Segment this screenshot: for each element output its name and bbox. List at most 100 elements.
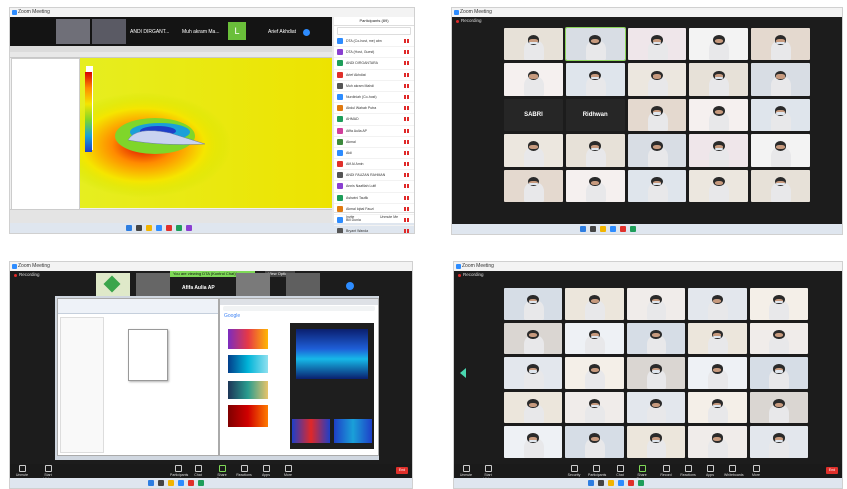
video-tile[interactable] xyxy=(504,134,563,167)
video-tile[interactable] xyxy=(751,63,810,96)
video-tile[interactable] xyxy=(689,98,749,132)
participant-row[interactable]: Ashwini Taufik xyxy=(334,193,414,204)
video-thumb[interactable] xyxy=(136,273,170,297)
result-image[interactable] xyxy=(228,329,268,349)
video-tile[interactable] xyxy=(565,134,625,167)
muted-mic-icon[interactable] xyxy=(404,106,410,111)
video-tile[interactable] xyxy=(565,426,624,458)
participant-row[interactable]: DTA (Host, Guest) xyxy=(334,47,414,59)
video-tile[interactable] xyxy=(749,288,808,320)
speaker-thumb[interactable] xyxy=(92,19,126,44)
video-tile[interactable] xyxy=(504,288,563,320)
end-button[interactable]: End xyxy=(826,467,838,474)
muted-mic-icon[interactable] xyxy=(404,229,410,233)
video-tile[interactable] xyxy=(565,391,624,424)
video-tile[interactable] xyxy=(626,357,686,389)
taskbar-app-icon[interactable] xyxy=(620,226,626,232)
video-tile[interactable] xyxy=(749,322,808,355)
muted-mic-icon[interactable] xyxy=(404,206,410,211)
muted-mic-icon[interactable] xyxy=(404,195,410,200)
participant-row[interactable]: DTA (Co-host, me) abn xyxy=(334,36,414,48)
video-tile[interactable] xyxy=(626,322,686,355)
apps-button[interactable]: Apps xyxy=(258,465,274,477)
muted-mic-icon[interactable] xyxy=(404,94,410,99)
participant-row[interactable]: Akmal xyxy=(334,137,414,148)
video-tile[interactable] xyxy=(751,28,810,61)
apps-button[interactable]: Apps xyxy=(702,465,718,477)
video-tile[interactable] xyxy=(751,134,810,167)
video-tile[interactable] xyxy=(504,63,563,96)
muted-mic-icon[interactable] xyxy=(404,173,410,178)
unmute-button[interactable]: Unmute xyxy=(14,465,30,477)
taskbar-app-icon[interactable] xyxy=(168,480,174,486)
start-icon[interactable] xyxy=(126,225,132,231)
video-tile[interactable] xyxy=(688,391,747,424)
whiteboards-button[interactable]: Whiteboards xyxy=(724,465,744,477)
prev-page-icon[interactable] xyxy=(460,368,466,378)
taskbar-app-icon[interactable] xyxy=(608,480,614,486)
video-tile[interactable] xyxy=(627,63,687,96)
muted-mic-icon[interactable] xyxy=(404,50,410,55)
taskbar-app-icon[interactable] xyxy=(188,480,194,486)
video-tile[interactable] xyxy=(504,426,563,458)
participant-row[interactable]: Nurdiniah (Co-host) xyxy=(334,92,414,104)
video-tile[interactable] xyxy=(627,98,687,132)
muted-mic-icon[interactable] xyxy=(404,184,410,189)
video-tile[interactable] xyxy=(565,322,624,355)
unmute-button[interactable]: Unmute xyxy=(458,465,474,477)
chat-button[interactable]: Chat xyxy=(190,465,206,477)
more-button[interactable]: More xyxy=(280,465,296,477)
end-button[interactable]: End xyxy=(396,467,408,474)
result-image[interactable] xyxy=(228,405,268,427)
video-thumb[interactable] xyxy=(236,273,270,297)
taskbar-app-icon[interactable] xyxy=(198,480,204,486)
video-tile[interactable] xyxy=(751,98,810,132)
video-tile[interactable] xyxy=(627,134,687,167)
taskbar-app-icon[interactable] xyxy=(178,480,184,486)
video-tile[interactable] xyxy=(689,169,749,202)
muted-mic-icon[interactable] xyxy=(404,72,410,77)
participants-button[interactable]: Participants xyxy=(588,465,606,477)
speaker-thumb[interactable] xyxy=(56,19,90,44)
participant-row[interactable]: Afifa Aulia AP xyxy=(334,126,414,137)
taskbar-app-icon[interactable] xyxy=(158,480,164,486)
taskbar-app-icon[interactable] xyxy=(638,480,644,486)
muted-mic-icon[interactable] xyxy=(404,61,410,66)
result-image[interactable] xyxy=(228,355,268,373)
participant-row[interactable]: Arief Akhdiat xyxy=(334,70,414,81)
video-tile[interactable] xyxy=(688,357,747,389)
video-tile[interactable] xyxy=(565,169,625,202)
muted-mic-icon[interactable] xyxy=(404,139,410,144)
taskbar-app-icon[interactable] xyxy=(600,226,606,232)
video-tile[interactable] xyxy=(565,357,624,389)
video-tile[interactable] xyxy=(565,288,624,320)
context-menu[interactable] xyxy=(128,329,168,381)
taskbar-app-icon[interactable] xyxy=(156,225,162,231)
taskbar-app-icon[interactable] xyxy=(610,226,616,232)
participant-row[interactable]: ANDI FAUZAN RAHMAN xyxy=(334,170,414,182)
participants-button[interactable]: Participants xyxy=(170,465,188,477)
taskbar-app-icon[interactable] xyxy=(186,225,192,231)
video-tile[interactable] xyxy=(689,134,749,167)
video-tile[interactable] xyxy=(688,426,747,458)
muted-mic-icon[interactable] xyxy=(404,39,410,43)
video-tile[interactable]: SABRI xyxy=(504,98,563,132)
participant-row[interactable]: ANDI DIRGANTARA xyxy=(334,58,414,70)
participant-row[interactable]: Alif Al Amin xyxy=(334,159,414,171)
preview-image[interactable] xyxy=(292,419,330,443)
participant-row[interactable]: Abdul Wahab Putra xyxy=(334,103,414,115)
video-tile[interactable] xyxy=(626,391,686,424)
participant-row[interactable]: Muh akram Mahdi xyxy=(334,81,414,92)
participant-row[interactable]: AHMAD xyxy=(334,114,414,126)
security-button[interactable]: Security xyxy=(566,465,582,477)
taskbar-app-icon[interactable] xyxy=(628,480,634,486)
muted-mic-icon[interactable] xyxy=(404,150,410,155)
logo-thumb[interactable] xyxy=(96,273,130,297)
more-button[interactable]: More xyxy=(748,465,764,477)
taskbar-app-icon[interactable] xyxy=(598,480,604,486)
participant-row[interactable]: Aldi xyxy=(334,148,414,160)
chat-button[interactable]: Chat xyxy=(612,465,628,477)
video-tile[interactable] xyxy=(749,391,808,424)
start-icon[interactable] xyxy=(588,480,594,486)
taskbar-app-icon[interactable] xyxy=(166,225,172,231)
